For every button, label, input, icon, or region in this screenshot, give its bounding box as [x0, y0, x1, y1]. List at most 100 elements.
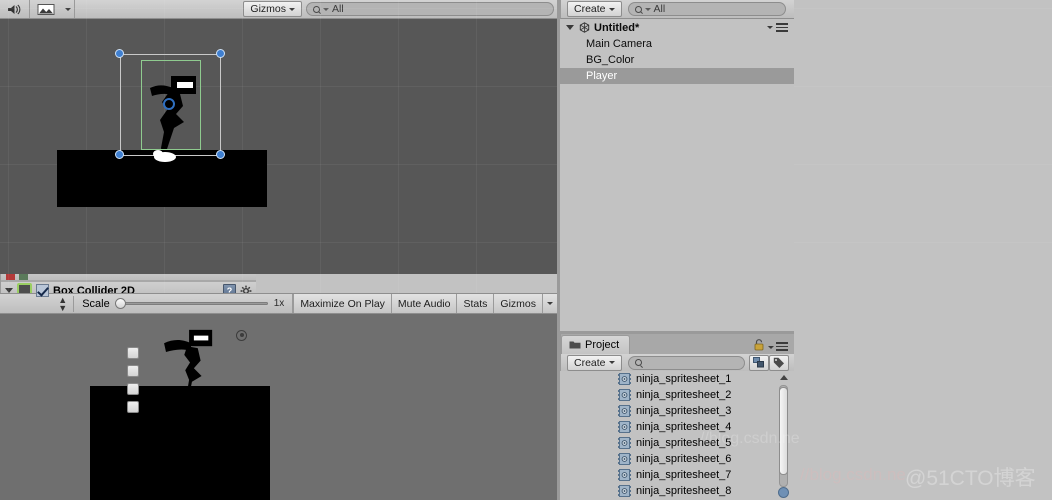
- is-trigger-checkbox[interactable]: [127, 347, 139, 359]
- scene-search-value: All: [332, 3, 344, 15]
- scrollbar-thumb[interactable]: [779, 387, 788, 475]
- hierarchy-search-input[interactable]: All: [627, 2, 786, 16]
- search-icon: [634, 5, 642, 13]
- project-asset-label: ninja_spritesheet_8: [636, 485, 732, 497]
- project-asset-label: ninja_spritesheet_6: [636, 453, 732, 465]
- scale-handle-bl[interactable]: [115, 150, 124, 159]
- scroll-up-icon[interactable]: [780, 375, 788, 380]
- tag-icon: [773, 357, 784, 368]
- project-asset-label: ninja_spritesheet_4: [636, 421, 732, 433]
- selection-line-left: [120, 54, 121, 155]
- scene-name: Untitled*: [594, 21, 640, 34]
- mute-audio-button[interactable]: Mute Audio: [390, 294, 457, 313]
- hierarchy-item-label: Player: [586, 70, 618, 82]
- gizmos-label-game: Gizmos: [500, 297, 536, 310]
- hierarchy-menu-icon[interactable]: [776, 23, 788, 32]
- previous-component-sliver: [1, 274, 256, 281]
- image-effects-icon[interactable]: [30, 0, 62, 18]
- hierarchy-list: Main Camera BG_Color Player: [560, 36, 794, 334]
- selection-line-right: [220, 54, 221, 155]
- scroll-grip-icon[interactable]: [778, 487, 789, 498]
- sprite-asset-icon: [618, 437, 631, 449]
- watermark-brand: @51CTO博客: [905, 467, 1036, 490]
- chevron-down-icon[interactable]: [566, 25, 574, 30]
- project-scrollbar[interactable]: [777, 374, 790, 498]
- search-icon: [634, 359, 642, 366]
- project-tabbar: Project: [560, 334, 794, 354]
- project-asset-row[interactable]: ninja_spritesheet_3: [560, 403, 794, 419]
- sprite-asset-icon: [618, 373, 631, 385]
- hierarchy-scene-root[interactable]: Untitled*: [560, 19, 794, 36]
- unity-logo-icon: [579, 22, 590, 33]
- box-collider-enabled-checkbox[interactable]: [36, 284, 49, 297]
- watermark-url: //blog.csdn.ne: [800, 465, 906, 484]
- sprite-asset-icon: [618, 469, 631, 481]
- pivot-handle[interactable]: [163, 98, 175, 110]
- speaker-icon[interactable]: [0, 0, 30, 18]
- scene-view[interactable]: [0, 0, 1052, 500]
- project-asset-row[interactable]: ninja_spritesheet_1: [560, 371, 794, 387]
- scene-search-input[interactable]: All: [306, 2, 554, 16]
- project-panel: Project Create ninja_spritesheet_1 ninja…: [560, 334, 794, 500]
- divider-hierarchy-project: [560, 331, 794, 334]
- mute-label: Mute Audio: [397, 297, 451, 310]
- scale-handle-tl[interactable]: [115, 49, 124, 58]
- scale-handle-br[interactable]: [216, 150, 225, 159]
- project-asset-row[interactable]: ninja_spritesheet_6: [560, 451, 794, 467]
- asset-filter-icon: [753, 357, 764, 368]
- collider-material-picker-icon[interactable]: [236, 329, 247, 341]
- sprite-asset-icon: [618, 389, 631, 401]
- project-toolbar: Create: [560, 354, 794, 372]
- used-by-effector-checkbox[interactable]: [127, 365, 139, 377]
- hierarchy-item-main-camera[interactable]: Main Camera: [560, 36, 794, 52]
- tab-project[interactable]: Project: [561, 335, 631, 354]
- maximize-on-play-button[interactable]: Maximize On Play: [293, 294, 391, 313]
- aspect-stepper[interactable]: ▲ ▼: [52, 295, 75, 312]
- landing-dust-icon: [153, 150, 176, 162]
- create-label-project: Create: [574, 356, 606, 369]
- game-toolbar: ▲ ▼ Scale 1x Maximize On Play Mute Audio …: [0, 293, 557, 314]
- lock-icon[interactable]: [754, 339, 764, 351]
- project-asset-row[interactable]: ninja_spritesheet_4: [560, 419, 794, 435]
- gizmos-dropdown-game[interactable]: [542, 294, 557, 313]
- project-asset-row[interactable]: ninja_spritesheet_8: [560, 483, 794, 499]
- scale-slider-track[interactable]: [114, 298, 268, 309]
- project-create-button[interactable]: Create: [567, 354, 622, 371]
- project-asset-list[interactable]: ninja_spritesheet_1 ninja_spritesheet_2ni…: [560, 371, 794, 500]
- game-player-sprite: [164, 329, 213, 400]
- project-asset-label: ninja_spritesheet_1: [636, 373, 732, 385]
- hierarchy-item-label: BG_Color: [586, 54, 635, 66]
- project-asset-label: ninja_spritesheet_7: [636, 469, 732, 481]
- project-menu-icon[interactable]: [776, 342, 788, 351]
- hierarchy-create-button[interactable]: Create: [567, 1, 622, 17]
- hierarchy-toolbar: Create All: [560, 0, 794, 19]
- stats-button[interactable]: Stats: [456, 294, 494, 313]
- scale-handle-tr[interactable]: [216, 49, 225, 58]
- project-asset-label: ninja_spritesheet_2: [636, 389, 732, 401]
- gizmos-button-game[interactable]: Gizmos: [493, 294, 542, 313]
- scale-slider-knob[interactable]: [114, 298, 126, 309]
- scale-slider[interactable]: Scale 1x: [74, 294, 294, 313]
- project-tab-label: Project: [585, 339, 620, 351]
- stats-label: Stats: [463, 297, 488, 310]
- auto-tiling-checkbox[interactable]: [127, 401, 139, 413]
- project-asset-row[interactable]: ninja_spritesheet_2: [560, 387, 794, 403]
- hierarchy-item-player[interactable]: Player: [560, 68, 794, 84]
- game-view[interactable]: [0, 314, 557, 500]
- sprite-asset-icon: [618, 405, 631, 417]
- create-label-hierarchy: Create: [574, 3, 606, 15]
- project-search-input[interactable]: [627, 355, 745, 370]
- folder-icon: [569, 341, 581, 349]
- project-filter-type-button[interactable]: [749, 354, 769, 371]
- sprite-asset-icon: [618, 485, 631, 497]
- image-effects-dropdown[interactable]: [62, 0, 75, 18]
- sprite-asset-icon: [618, 453, 631, 465]
- project-asset-row[interactable]: ninja_spritesheet_7: [560, 467, 794, 483]
- project-asset-label: ninja_spritesheet_3: [636, 405, 732, 417]
- project-asset-row[interactable]: ninja_spritesheet_5: [560, 435, 794, 451]
- used-by-composite-checkbox[interactable]: [127, 383, 139, 395]
- project-filter-label-button[interactable]: [769, 354, 789, 371]
- gizmos-dropdown-scene[interactable]: Gizmos: [243, 1, 302, 17]
- hierarchy-item-bg-color[interactable]: BG_Color: [560, 52, 794, 68]
- hierarchy-item-label: Main Camera: [586, 38, 653, 50]
